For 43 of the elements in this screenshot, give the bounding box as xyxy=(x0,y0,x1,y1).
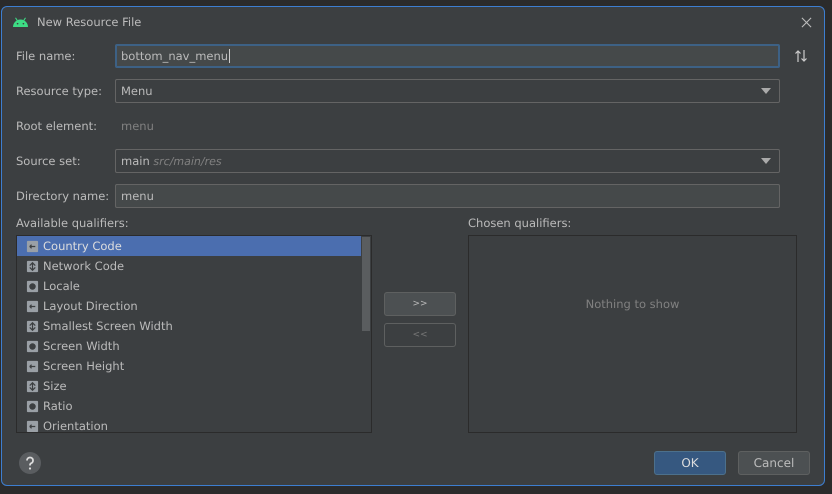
qualifier-item[interactable]: Layout Direction xyxy=(17,296,361,316)
qualifier-icon xyxy=(26,260,39,272)
close-icon[interactable] xyxy=(801,16,812,28)
qualifier-icon xyxy=(26,360,39,372)
move-button[interactable]: >> xyxy=(384,292,456,316)
qualifier-icon xyxy=(26,300,39,312)
android-icon xyxy=(12,17,29,27)
field-label: File name: xyxy=(16,49,76,63)
qualifier-icon xyxy=(26,340,39,352)
qualifier-icon xyxy=(26,280,39,292)
cancel-button[interactable]: Cancel xyxy=(738,451,810,475)
qualifier-icon xyxy=(26,240,39,252)
help-icon[interactable] xyxy=(19,452,41,474)
qualifier-item[interactable]: Network Code xyxy=(17,256,361,276)
qualifier-item[interactable]: Orientation xyxy=(17,416,361,432)
qualifier-item[interactable]: Screen Height xyxy=(17,356,361,376)
dropdown-arrow-icon xyxy=(761,88,771,94)
ok-button[interactable]: OK xyxy=(654,451,726,475)
dropdown-arrow-icon xyxy=(761,158,771,164)
qualifier-item[interactable]: Locale xyxy=(17,276,361,296)
qualifier-icon xyxy=(26,380,39,392)
scrollbar-thumb[interactable] xyxy=(362,237,370,331)
field-label: Directory name: xyxy=(16,189,110,203)
qualifier-item[interactable]: Size xyxy=(17,376,361,396)
field-label: Root element: xyxy=(16,119,98,133)
qualifier-item[interactable]: Country Code xyxy=(17,236,361,256)
root-element-value: menu xyxy=(120,119,154,133)
qualifier-item[interactable]: Smallest Screen Width xyxy=(17,316,361,336)
field-label: Source set: xyxy=(16,154,82,168)
directory-name-field[interactable]: menu xyxy=(115,184,780,208)
source-set-dropdown[interactable]: main src/main/res xyxy=(115,149,780,173)
resource-type-dropdown[interactable]: Menu xyxy=(115,79,780,103)
qualifier-icon xyxy=(26,320,39,332)
list-label: Available qualifiers: xyxy=(16,216,130,230)
qualifier-icon xyxy=(26,400,39,412)
qualifier-item[interactable]: Ratio xyxy=(17,396,361,416)
sort-icon[interactable] xyxy=(794,49,808,63)
qualifier-item[interactable]: Screen Width xyxy=(17,336,361,356)
file-name-field[interactable]: bottom_nav_menu xyxy=(115,44,780,68)
field-label: Resource type: xyxy=(16,84,103,98)
window-title: New Resource File xyxy=(37,15,142,29)
list-label: Chosen qualifiers: xyxy=(468,216,572,230)
empty-message: Nothing to show xyxy=(586,297,680,311)
